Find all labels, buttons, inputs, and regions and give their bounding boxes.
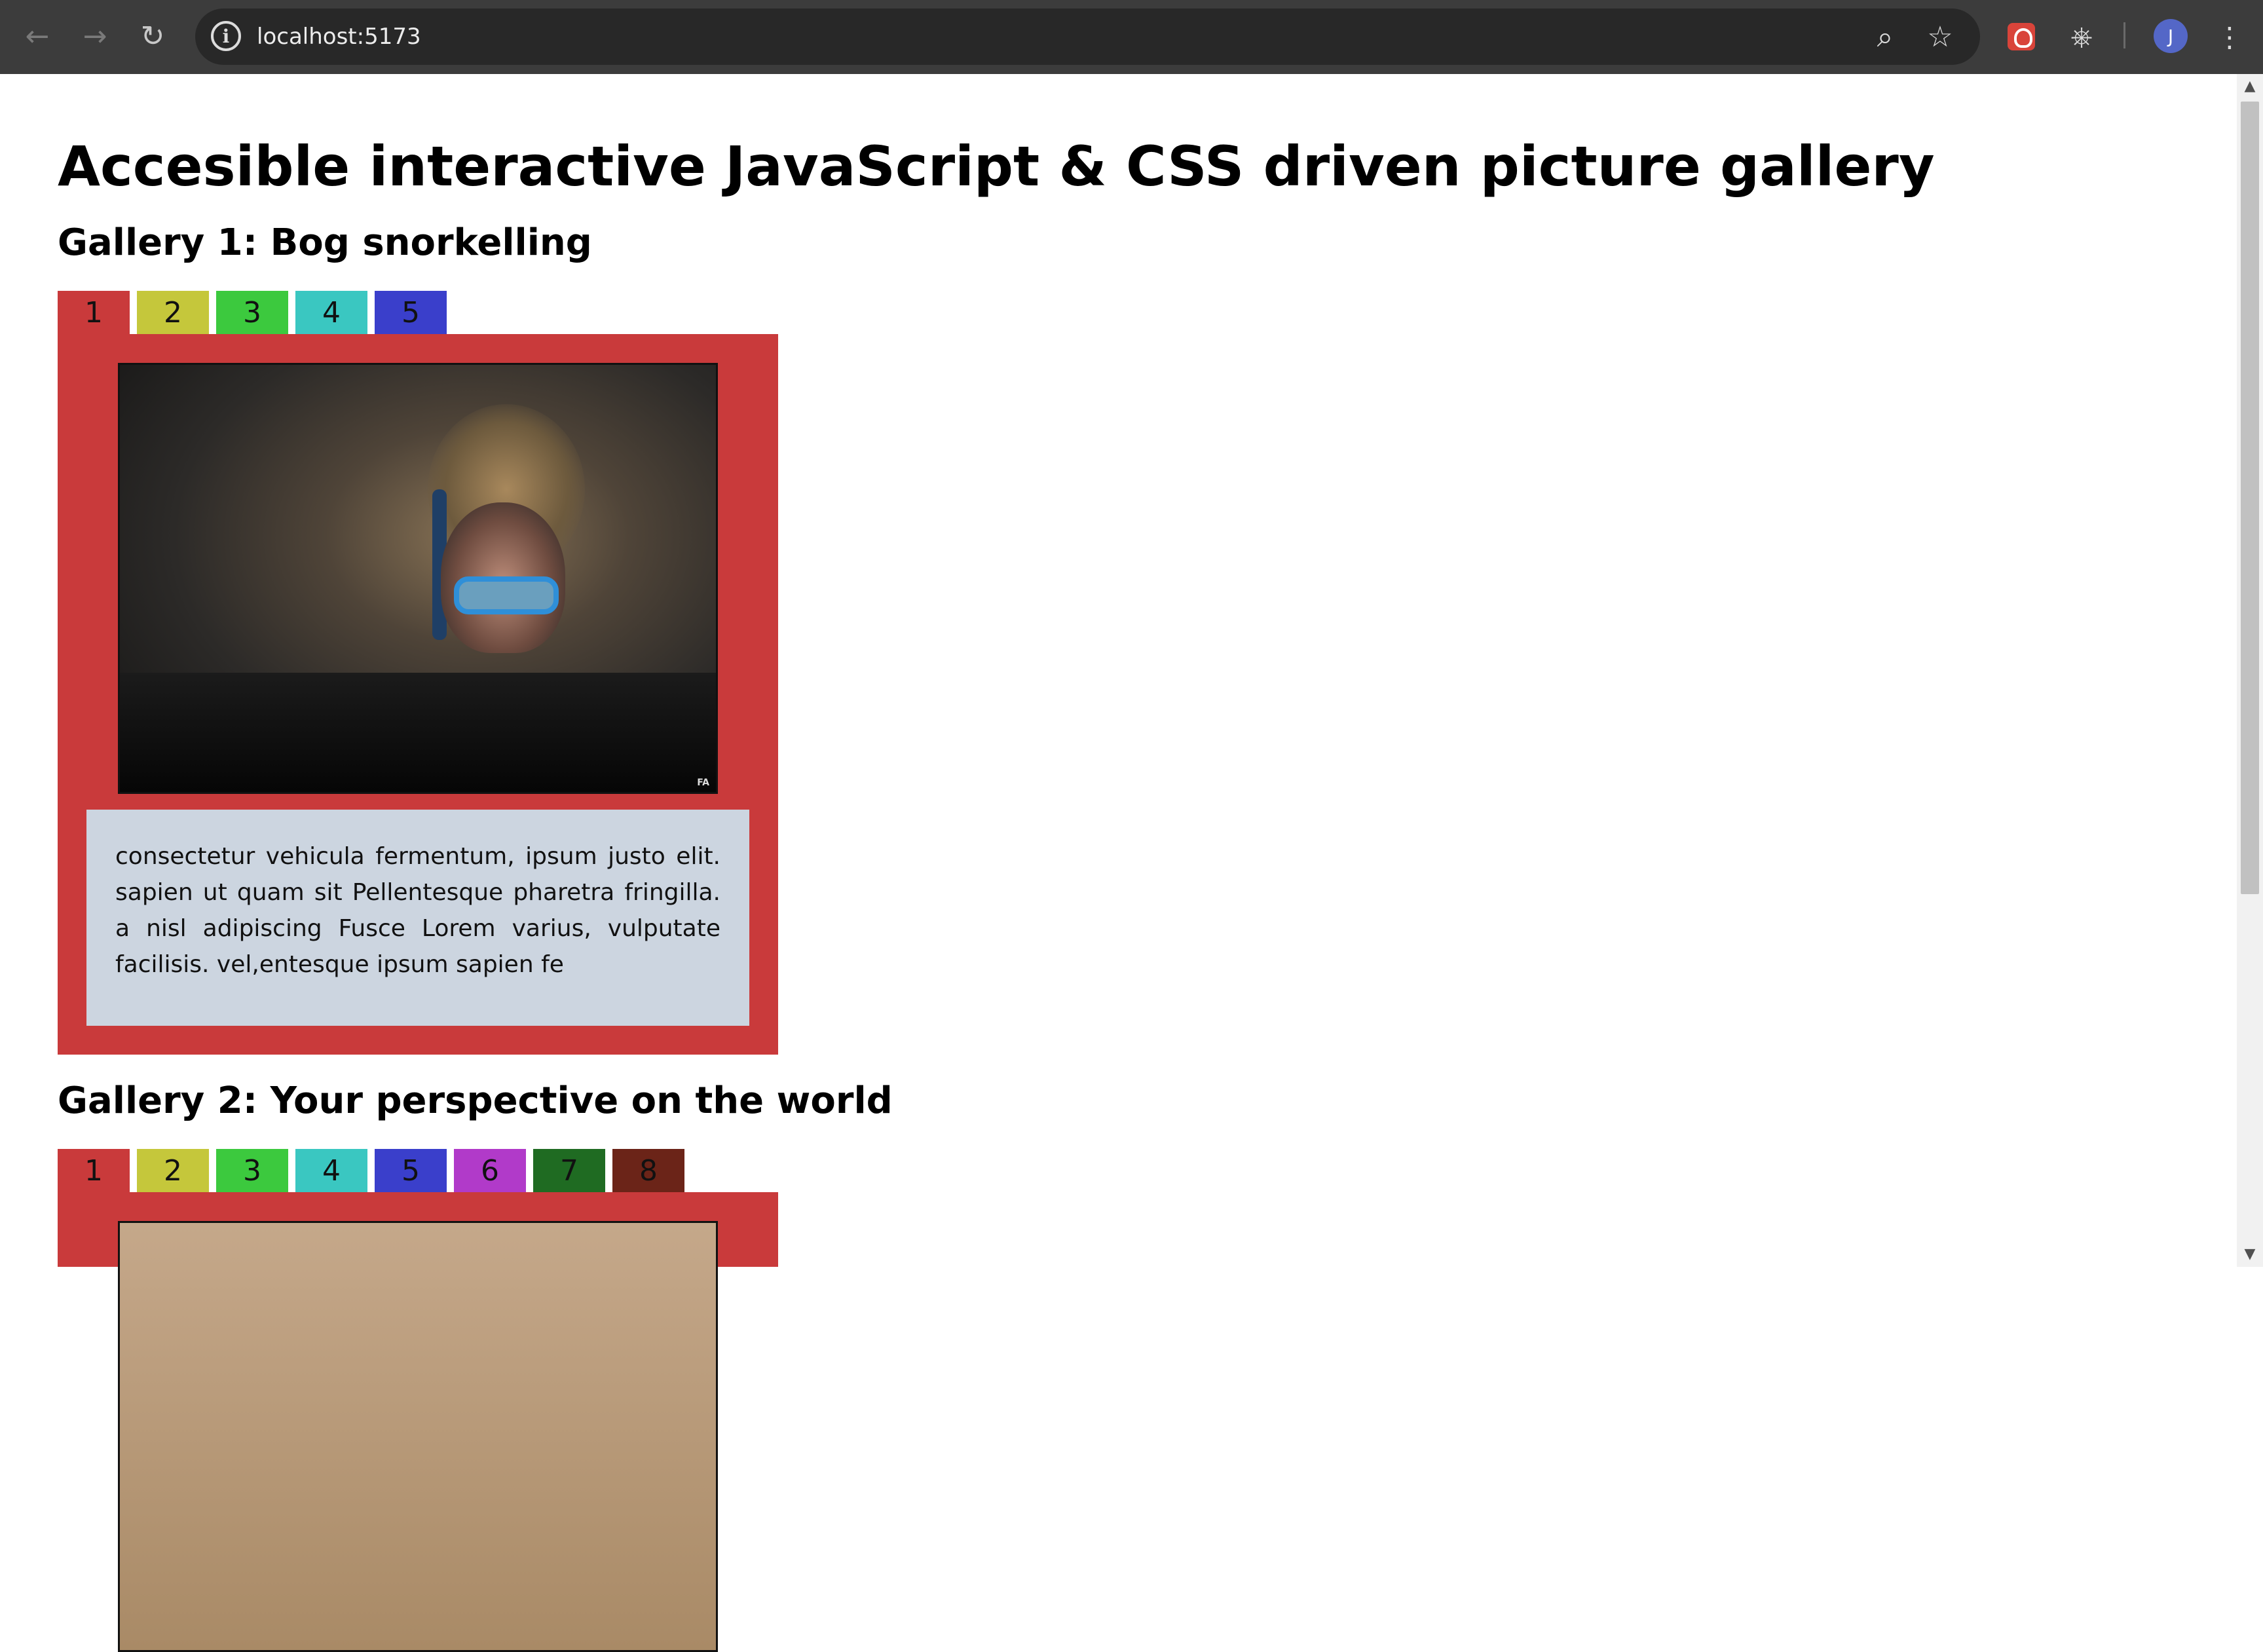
gallery-2-photo [118,1221,718,1652]
gallery-1-tab-5[interactable]: 5 [375,291,447,334]
gallery-2-title: Gallery 2: Your perspective on the world [58,1079,893,1122]
forward-arrow-icon[interactable]: → [72,13,118,59]
gallery-1-tab-4[interactable]: 4 [295,291,367,334]
gallery-1-tab-2[interactable]: 2 [137,291,209,334]
gallery-1-title: Gallery 1: Bog snorkelling [58,221,592,264]
gallery-2-tab-6[interactable]: 6 [454,1149,526,1192]
gallery-2-tab-1[interactable]: 1 [58,1149,130,1192]
gallery-1-tab-1[interactable]: 1 [58,291,130,334]
scroll-down-arrow-icon[interactable]: ▼ [2242,1245,2258,1264]
scroll-thumb[interactable] [2241,102,2259,894]
site-info-icon[interactable]: i [211,21,241,51]
gallery-1-tab-3[interactable]: 3 [216,291,288,334]
gallery-2-panel [58,1192,778,1652]
gallery-2-tab-7[interactable]: 7 [533,1149,605,1192]
bookmark-star-icon[interactable]: ☆ [1920,17,1960,56]
extension-icon[interactable] [2008,23,2035,50]
gallery-2-tab-5[interactable]: 5 [375,1149,447,1192]
gallery-1-panel: FA consectetur vehicula fermentum, ipsum… [58,334,778,1055]
toolbar-divider [2123,22,2125,48]
address-bar[interactable]: i localhost:5173 ⌕ ☆ [195,9,1980,65]
page-scrollbar[interactable]: ▲ ▼ [2237,74,2263,1267]
address-bar-url[interactable]: localhost:5173 [257,20,421,53]
gallery-2-tab-4[interactable]: 4 [295,1149,367,1192]
photo-water [120,673,716,792]
zoom-icon[interactable]: ⌕ [1865,17,1905,56]
back-arrow-icon[interactable]: ← [14,13,60,59]
reload-icon[interactable]: ↻ [130,13,176,59]
gallery-1-caption: consectetur vehicula fermentum, ipsum ju… [86,810,749,1026]
extensions-puzzle-icon[interactable]: ⎈ [2058,13,2105,60]
browser-toolbar: ← → ↻ i localhost:5173 ⌕ ☆ ⎈ J ⋮ [0,0,2263,74]
photo-diving-mask [454,576,559,614]
page-title: Accesible interactive JavaScript & CSS d… [58,134,1935,198]
profile-avatar[interactable]: J [2154,19,2188,53]
gallery-1-photo: FA [118,363,718,794]
browser-menu-icon[interactable]: ⋮ [2206,13,2253,60]
photo-credit: FA [697,778,709,788]
gallery-2-tab-8[interactable]: 8 [612,1149,684,1192]
gallery-2-tab-3[interactable]: 3 [216,1149,288,1192]
gallery-2-tab-2[interactable]: 2 [137,1149,209,1192]
scroll-up-arrow-icon[interactable]: ▲ [2242,77,2258,96]
